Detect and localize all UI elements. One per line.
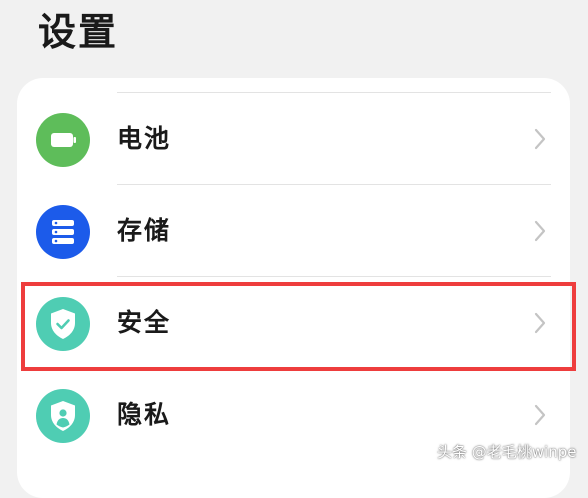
settings-item-label: 隐私 xyxy=(117,400,172,429)
settings-item-label: 存储 xyxy=(117,216,172,245)
chevron-right-icon xyxy=(534,404,546,426)
battery-icon xyxy=(36,113,90,167)
watermark-text: 头条 @老毛桃winpe xyxy=(437,443,577,461)
settings-item-battery[interactable]: 电池 xyxy=(17,93,570,185)
settings-item-label: 电池 xyxy=(117,124,172,153)
page-title: 设置 xyxy=(38,10,119,54)
privacy-icon xyxy=(36,389,90,443)
chevron-right-icon xyxy=(534,128,546,150)
storage-icon xyxy=(36,205,90,259)
highlight-box xyxy=(21,282,576,371)
settings-item-storage[interactable]: 存储 xyxy=(17,185,570,277)
chevron-right-icon xyxy=(534,220,546,242)
